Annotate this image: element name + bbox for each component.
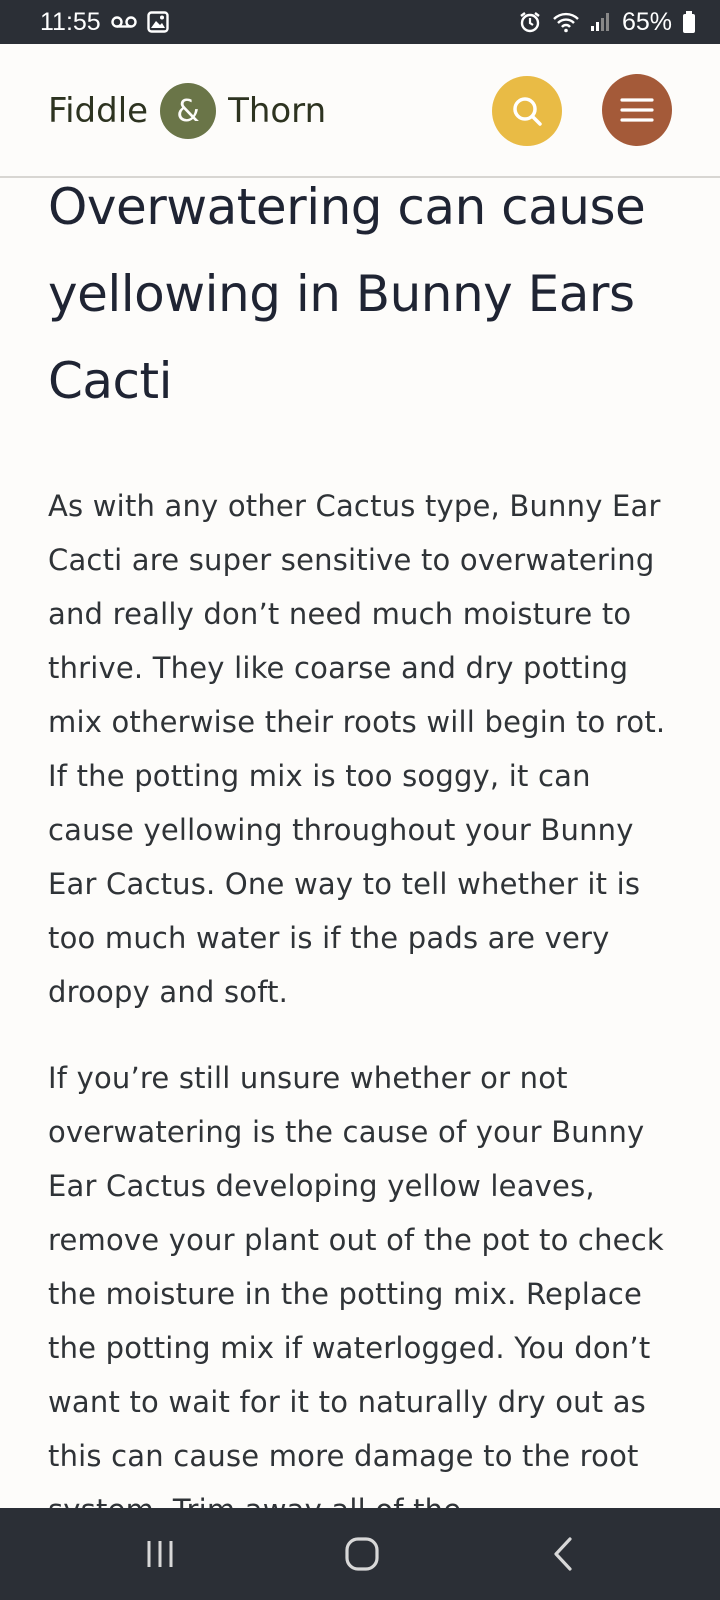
- status-bar: 11:55 65%: [0, 0, 720, 44]
- article-paragraph: As with any other Cactus type, Bunny Ear…: [48, 489, 666, 1009]
- logo-word-fiddle: Fiddle: [48, 91, 149, 131]
- alarm-icon: [518, 10, 542, 34]
- recent-apps-icon: [147, 1541, 173, 1567]
- home-button[interactable]: [342, 1534, 382, 1574]
- voicemail-icon: [111, 14, 137, 30]
- section-heading: Overwatering can cause yellowing in Bunn…: [48, 178, 646, 410]
- logo-ampersand: &: [160, 83, 217, 139]
- site-header: Fiddle & Thorn: [0, 44, 720, 178]
- search-icon: [513, 97, 542, 126]
- hamburger-icon: [620, 98, 654, 122]
- battery-percent: 65%: [621, 7, 672, 36]
- home-icon: [345, 1537, 379, 1571]
- article-viewport[interactable]: Overwatering can cause yellowing in Bunn…: [0, 178, 720, 1508]
- logo-word-thorn: Thorn: [228, 91, 327, 131]
- back-icon: [554, 1537, 572, 1571]
- search-button[interactable]: [492, 76, 562, 146]
- site-logo[interactable]: Fiddle & Thorn: [48, 80, 326, 142]
- battery-icon: [682, 10, 696, 34]
- recent-apps-button[interactable]: [140, 1534, 180, 1574]
- gallery-icon: [147, 11, 169, 33]
- wifi-icon: [552, 11, 580, 33]
- signal-icon: [590, 12, 612, 32]
- status-time: 11:55: [40, 7, 101, 36]
- menu-button[interactable]: [602, 74, 672, 146]
- back-button[interactable]: [544, 1534, 584, 1574]
- system-nav-bar: [0, 1508, 720, 1600]
- article-paragraph: If you’re still unsure whether or not ov…: [48, 1061, 664, 1508]
- article: Overwatering can cause yellowing in Bunn…: [48, 178, 678, 1508]
